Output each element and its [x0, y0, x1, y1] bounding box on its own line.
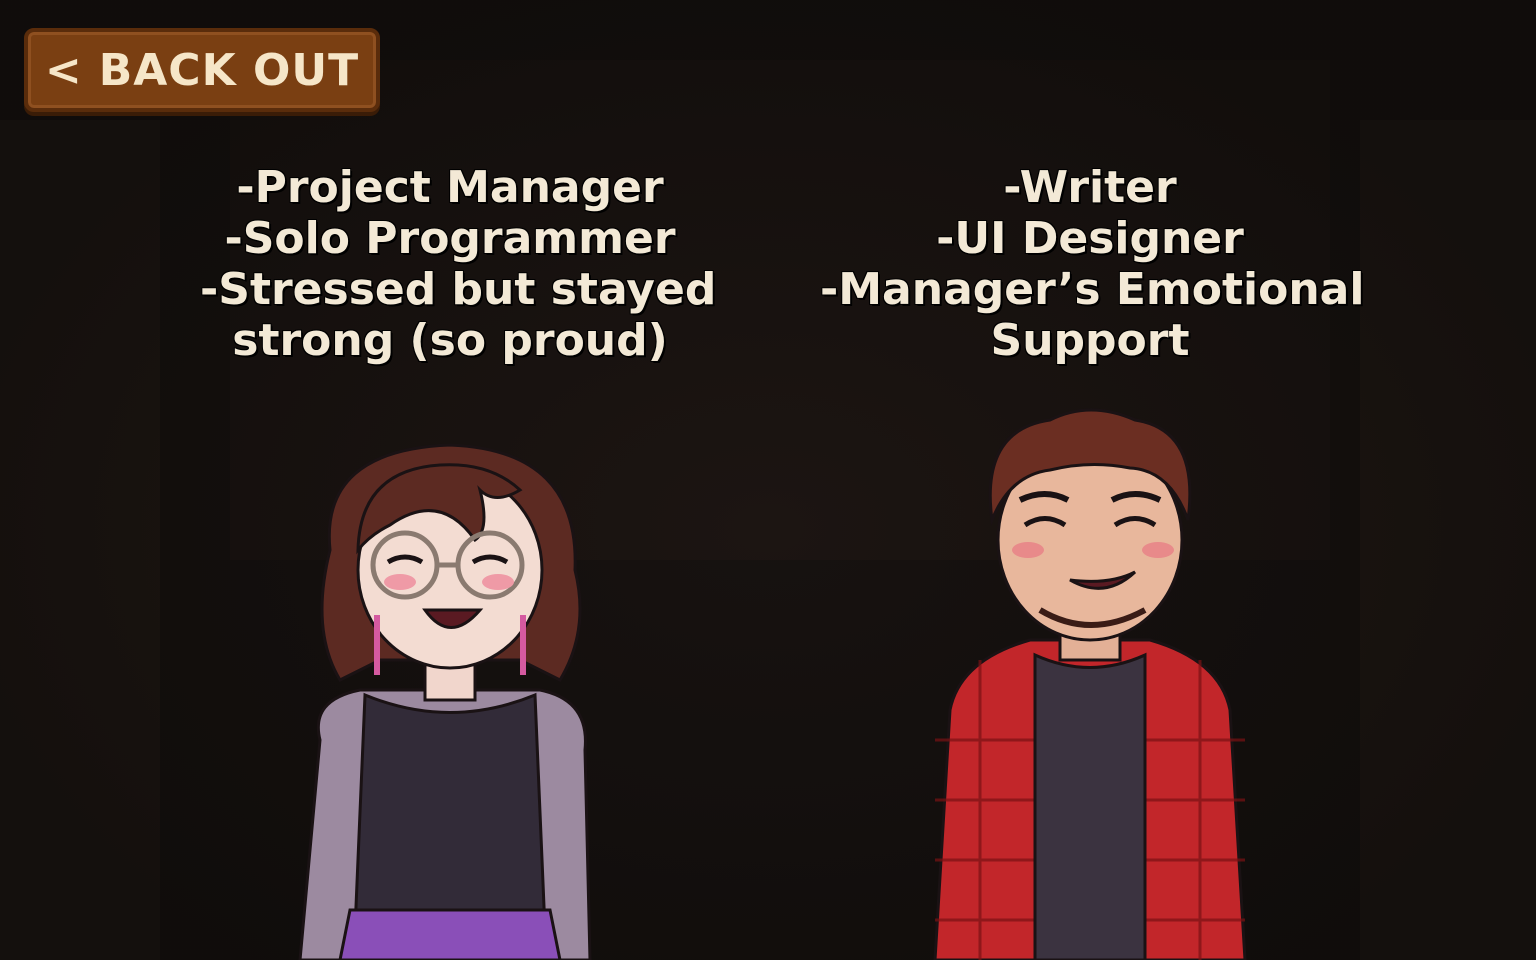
right-character-portrait — [920, 400, 1260, 960]
credit-line: -UI Designer — [936, 213, 1244, 264]
right-credit-text: -Writer -UI Designer -Manager’s Emotiona… — [820, 162, 1365, 366]
credit-line: -Solo Programmer — [224, 213, 676, 264]
credit-line: strong (so proud) — [232, 315, 668, 366]
credit-line: -Project Manager — [236, 162, 664, 213]
back-out-button[interactable]: < BACK OUT — [24, 28, 380, 112]
left-credit-text: -Project Manager -Solo Programmer -Stres… — [200, 162, 717, 366]
chevron-left-icon: < — [44, 44, 83, 96]
credit-line: -Writer — [1003, 162, 1177, 213]
back-out-label: BACK OUT — [98, 44, 360, 96]
credit-line: -Stressed but stayed — [200, 264, 717, 315]
credit-line: -Manager’s Emotional — [820, 264, 1365, 315]
game-scene — [0, 0, 1536, 960]
left-character-portrait — [290, 430, 610, 960]
credit-line: Support — [990, 315, 1190, 366]
